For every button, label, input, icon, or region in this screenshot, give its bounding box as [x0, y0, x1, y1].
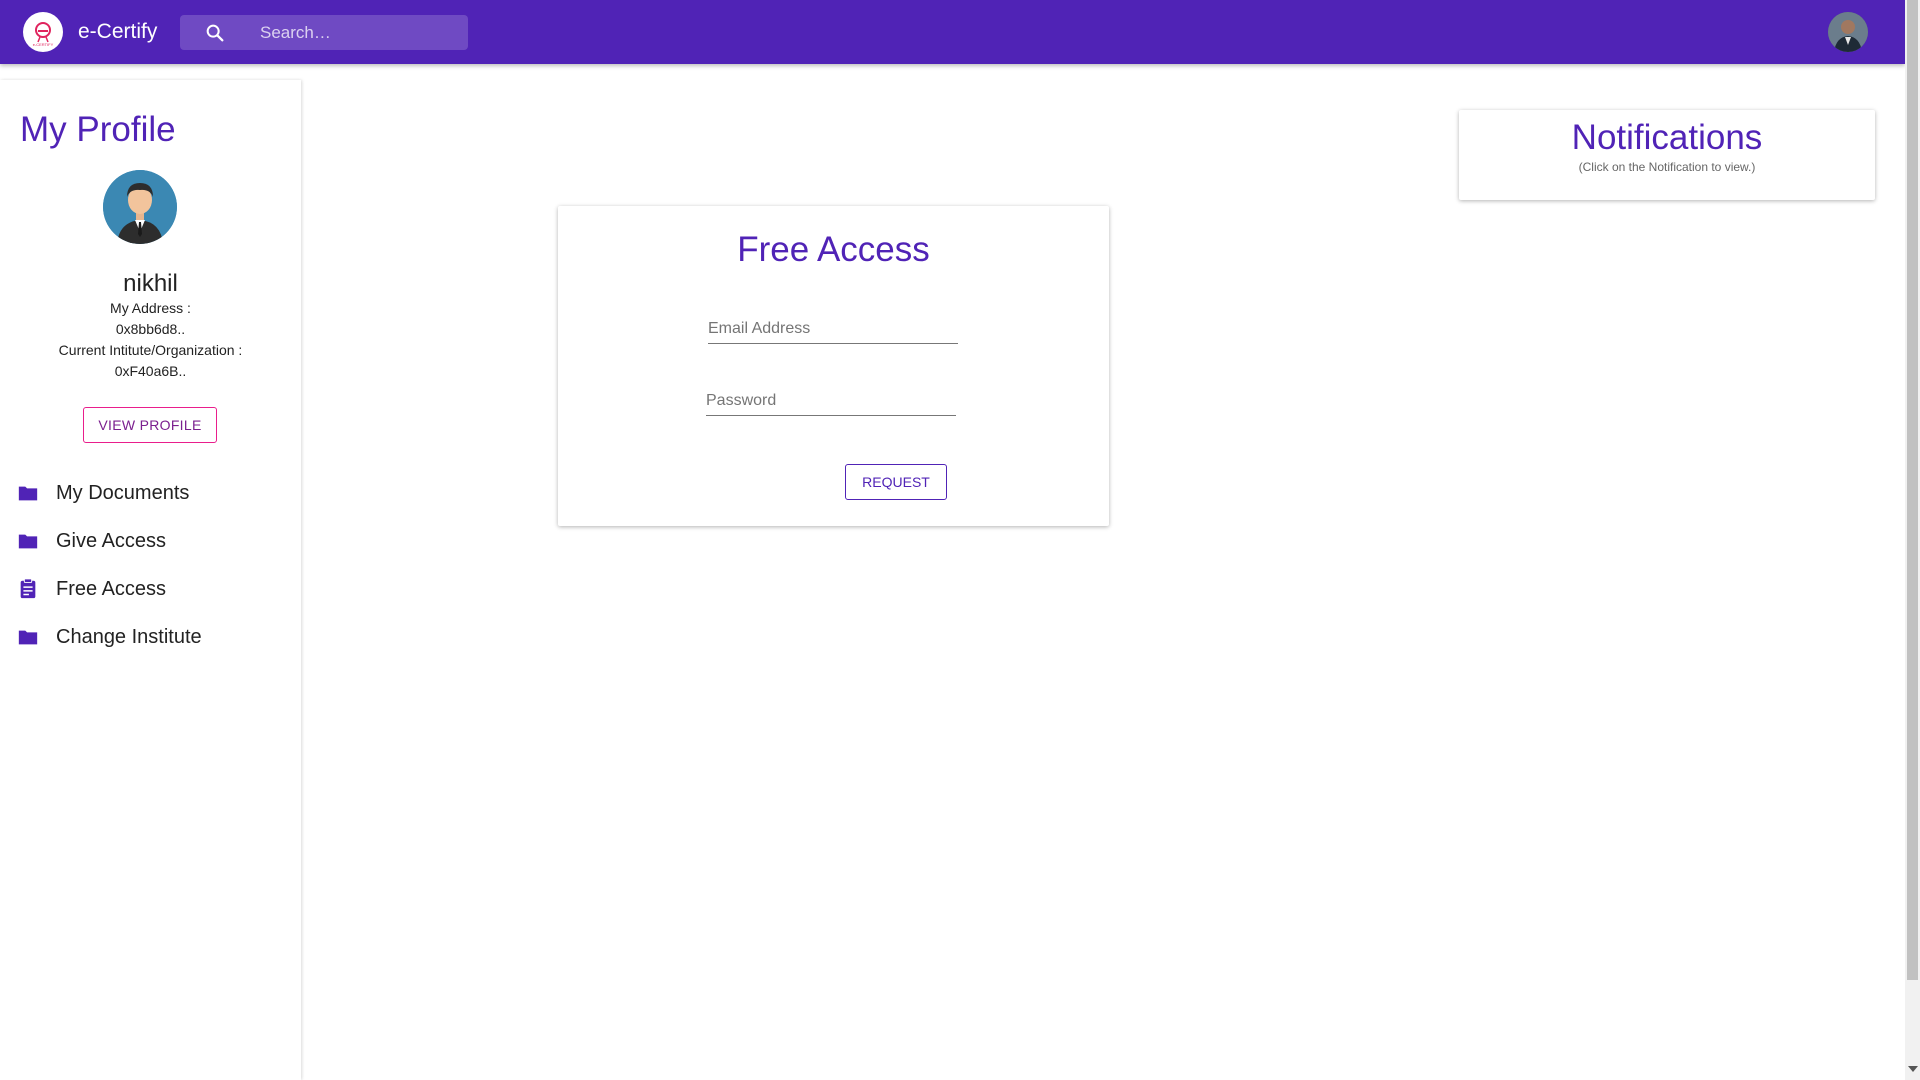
sidebar-item-label: Give Access [56, 529, 167, 552]
search-input[interactable] [260, 15, 460, 50]
sidebar-item-change-institute[interactable]: Change Institute [0, 617, 301, 657]
certificate-logo-icon: e-CERTIFY [33, 22, 54, 47]
notifications-title: Notifications [1571, 118, 1763, 157]
scroll-down-arrow-icon[interactable] [1908, 1066, 1918, 1072]
clipboard-icon [20, 578, 36, 599]
address-value: 0x8bb6d8.. [115, 321, 186, 337]
sidebar-item-my-documents[interactable]: My Documents [0, 473, 301, 513]
profile-heading: My Profile [20, 110, 176, 149]
account-avatar[interactable] [1828, 12, 1868, 52]
password-field[interactable] [706, 376, 956, 415]
profile-sidebar: My Profile nikhil My Address : 0x8bb6d8.… [0, 80, 301, 1080]
free-access-card: Free Access REQUEST [558, 206, 1109, 526]
institute-label: Current Intitute/Organization : [58, 342, 243, 358]
request-button[interactable]: REQUEST [845, 464, 947, 500]
institute-value: 0xF40a6B.. [114, 363, 187, 379]
app-logo[interactable]: e-CERTIFY [23, 12, 63, 52]
svg-text:e-CERTIFY: e-CERTIFY [33, 42, 54, 47]
sidebar-item-label: Change Institute [56, 625, 202, 648]
sidebar-item-free-access[interactable]: Free Access [0, 569, 301, 609]
folder-icon [18, 534, 38, 549]
user-name: nikhil [123, 270, 178, 297]
address-label: My Address : [110, 300, 191, 316]
email-field[interactable] [708, 304, 958, 343]
profile-avatar [103, 170, 177, 244]
password-field-wrapper [706, 376, 956, 416]
sidebar-item-label: Free Access [56, 577, 167, 600]
scrollbar-thumb[interactable] [1907, 0, 1918, 980]
search-icon [206, 24, 224, 42]
app-bar: e-CERTIFY e-Certify [0, 0, 1905, 64]
search-box[interactable] [180, 15, 468, 50]
notifications-hint: (Click on the Notification to view.) [1578, 160, 1756, 174]
sidebar-item-give-access[interactable]: Give Access [0, 521, 301, 561]
folder-icon [18, 486, 38, 501]
email-field-wrapper [708, 304, 958, 344]
user-photo-icon [1828, 12, 1868, 52]
view-profile-button[interactable]: VIEW PROFILE [83, 407, 217, 443]
sidebar-item-label: My Documents [56, 481, 190, 504]
page-scrollbar[interactable] [1905, 0, 1920, 1080]
person-avatar-icon [103, 170, 177, 244]
app-title: e-Certify [78, 20, 158, 43]
notifications-panel[interactable]: Notifications (Click on the Notification… [1459, 110, 1875, 200]
folder-icon [18, 630, 38, 645]
card-title: Free Access [737, 230, 930, 269]
